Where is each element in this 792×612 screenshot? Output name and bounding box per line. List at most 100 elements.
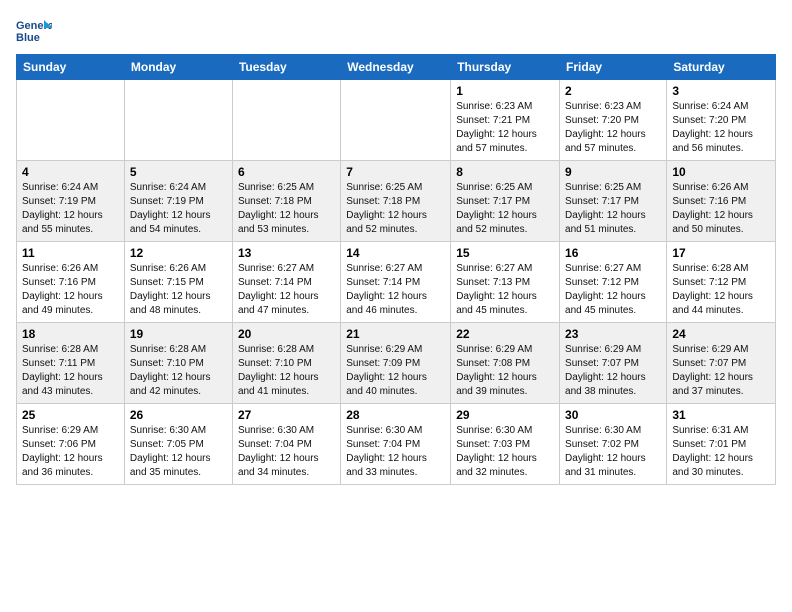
calendar-cell [17,80,125,161]
calendar-cell: 11 Sunrise: 6:26 AM Sunset: 7:16 PM Dayli… [17,242,125,323]
day-number: 21 [346,327,445,341]
calendar-cell: 17Sunrise: 6:28 AM Sunset: 7:12 PM Dayli… [667,242,776,323]
day-number: 7 [346,165,445,179]
day-number: 29 [456,408,554,422]
day-info: Sunrise: 6:28 AM Sunset: 7:11 PM Dayligh… [22,343,119,399]
col-header-thursday: Thursday [451,55,560,80]
day-number: 13 [238,246,335,260]
calendar-cell: 14 Sunrise: 6:27 AM Sunset: 7:14 PM Dayli… [341,242,451,323]
calendar-cell: 3 Sunrise: 6:24 AM Sunset: 7:20 PM Daylig… [667,80,776,161]
day-info: Sunrise: 6:25 AM Sunset: 7:17 PM Dayligh… [456,181,554,237]
day-info: Sunrise: 6:29 AM Sunset: 7:08 PM Dayligh… [456,343,554,399]
day-number: 26 [130,408,227,422]
day-number: 27 [238,408,335,422]
day-info: Sunrise: 6:27 AM Sunset: 7:12 PM Dayligh… [565,262,661,318]
calendar-cell: 16 Sunrise: 6:27 AM Sunset: 7:12 PM Dayli… [560,242,667,323]
calendar-cell: 2 Sunrise: 6:23 AM Sunset: 7:20 PM Daylig… [560,80,667,161]
calendar-cell [232,80,340,161]
day-info: Sunrise: 6:24 AM Sunset: 7:20 PM Dayligh… [672,100,770,156]
calendar-cell: 5 Sunrise: 6:24 AM Sunset: 7:19 PM Daylig… [124,161,232,242]
calendar-cell: 24 Sunrise: 6:29 AM Sunset: 7:07 PM Dayli… [667,323,776,404]
calendar-cell: 26 Sunrise: 6:30 AM Sunset: 7:05 PM Dayli… [124,404,232,485]
calendar-cell [341,80,451,161]
day-number: 12 [130,246,227,260]
day-number: 1 [456,84,554,98]
calendar-cell [124,80,232,161]
day-info: Sunrise: 6:25 AM Sunset: 7:18 PM Dayligh… [346,181,445,237]
col-header-wednesday: Wednesday [341,55,451,80]
day-number: 19 [130,327,227,341]
day-number: 20 [238,327,335,341]
calendar-cell: 28 Sunrise: 6:30 AM Sunset: 7:04 PM Dayli… [341,404,451,485]
day-number: 4 [22,165,119,179]
calendar-cell: 27 Sunrise: 6:30 AM Sunset: 7:04 PM Dayli… [232,404,340,485]
day-number: 10 [672,165,770,179]
day-number: 25 [22,408,119,422]
day-number: 17 [672,246,770,260]
svg-text:Blue: Blue [16,32,40,44]
day-number: 31 [672,408,770,422]
day-info: Sunrise: 6:26 AM Sunset: 7:16 PM Dayligh… [672,181,770,237]
day-info: Sunrise: 6:25 AM Sunset: 7:17 PM Dayligh… [565,181,661,237]
day-info: Sunrise: 6:30 AM Sunset: 7:05 PM Dayligh… [130,424,227,480]
day-info: Sunrise: 6:24 AM Sunset: 7:19 PM Dayligh… [22,181,119,237]
day-info: Sunrise: 6:29 AM Sunset: 7:09 PM Dayligh… [346,343,445,399]
day-info: Sunrise: 6:31 AM Sunset: 7:01 PM Dayligh… [672,424,770,480]
logo: General Blue [16,16,52,46]
day-number: 23 [565,327,661,341]
calendar-cell: 1 Sunrise: 6:23 AM Sunset: 7:21 PM Daylig… [451,80,560,161]
col-header-monday: Monday [124,55,232,80]
day-number: 16 [565,246,661,260]
day-number: 2 [565,84,661,98]
day-number: 9 [565,165,661,179]
header-row: SundayMondayTuesdayWednesdayThursdayFrid… [17,55,776,80]
calendar-cell: 30Sunrise: 6:30 AM Sunset: 7:02 PM Dayli… [560,404,667,485]
day-info: Sunrise: 6:30 AM Sunset: 7:04 PM Dayligh… [346,424,445,480]
day-info: Sunrise: 6:27 AM Sunset: 7:14 PM Dayligh… [346,262,445,318]
page-header: General Blue [16,16,776,46]
week-row-3: 11 Sunrise: 6:26 AM Sunset: 7:16 PM Dayli… [17,242,776,323]
day-info: Sunrise: 6:29 AM Sunset: 7:06 PM Dayligh… [22,424,119,480]
calendar-cell: 7 Sunrise: 6:25 AM Sunset: 7:18 PM Daylig… [341,161,451,242]
day-info: Sunrise: 6:27 AM Sunset: 7:14 PM Dayligh… [238,262,335,318]
calendar-cell: 19 Sunrise: 6:28 AM Sunset: 7:10 PM Dayli… [124,323,232,404]
day-info: Sunrise: 6:24 AM Sunset: 7:19 PM Dayligh… [130,181,227,237]
calendar-cell: 18 Sunrise: 6:28 AM Sunset: 7:11 PM Dayli… [17,323,125,404]
day-number: 22 [456,327,554,341]
day-info: Sunrise: 6:30 AM Sunset: 7:04 PM Dayligh… [238,424,335,480]
day-number: 3 [672,84,770,98]
day-number: 8 [456,165,554,179]
calendar-cell: 9 Sunrise: 6:25 AM Sunset: 7:17 PM Daylig… [560,161,667,242]
day-info: Sunrise: 6:29 AM Sunset: 7:07 PM Dayligh… [672,343,770,399]
calendar-cell: 6 Sunrise: 6:25 AM Sunset: 7:18 PM Daylig… [232,161,340,242]
day-number: 6 [238,165,335,179]
day-info: Sunrise: 6:28 AM Sunset: 7:10 PM Dayligh… [238,343,335,399]
day-number: 5 [130,165,227,179]
calendar-cell: 22 Sunrise: 6:29 AM Sunset: 7:08 PM Dayli… [451,323,560,404]
day-number: 15 [456,246,554,260]
week-row-1: 1 Sunrise: 6:23 AM Sunset: 7:21 PM Daylig… [17,80,776,161]
calendar-body: 1 Sunrise: 6:23 AM Sunset: 7:21 PM Daylig… [17,80,776,485]
calendar-cell: 12Sunrise: 6:26 AM Sunset: 7:15 PM Dayli… [124,242,232,323]
day-number: 24 [672,327,770,341]
col-header-friday: Friday [560,55,667,80]
day-number: 14 [346,246,445,260]
calendar-header: SundayMondayTuesdayWednesdayThursdayFrid… [17,55,776,80]
day-number: 11 [22,246,119,260]
day-info: Sunrise: 6:28 AM Sunset: 7:10 PM Dayligh… [130,343,227,399]
week-row-5: 25 Sunrise: 6:29 AM Sunset: 7:06 PM Dayli… [17,404,776,485]
day-info: Sunrise: 6:23 AM Sunset: 7:21 PM Dayligh… [456,100,554,156]
calendar-cell: 8 Sunrise: 6:25 AM Sunset: 7:17 PM Daylig… [451,161,560,242]
day-info: Sunrise: 6:30 AM Sunset: 7:03 PM Dayligh… [456,424,554,480]
calendar-table: SundayMondayTuesdayWednesdayThursdayFrid… [16,54,776,485]
day-info: Sunrise: 6:25 AM Sunset: 7:18 PM Dayligh… [238,181,335,237]
day-number: 30 [565,408,661,422]
day-info: Sunrise: 6:23 AM Sunset: 7:20 PM Dayligh… [565,100,661,156]
calendar-cell: 10 Sunrise: 6:26 AM Sunset: 7:16 PM Dayli… [667,161,776,242]
day-info: Sunrise: 6:26 AM Sunset: 7:16 PM Dayligh… [22,262,119,318]
day-info: Sunrise: 6:27 AM Sunset: 7:13 PM Dayligh… [456,262,554,318]
day-number: 28 [346,408,445,422]
day-info: Sunrise: 6:29 AM Sunset: 7:07 PM Dayligh… [565,343,661,399]
day-number: 18 [22,327,119,341]
calendar-cell: 13 Sunrise: 6:27 AM Sunset: 7:14 PM Dayli… [232,242,340,323]
